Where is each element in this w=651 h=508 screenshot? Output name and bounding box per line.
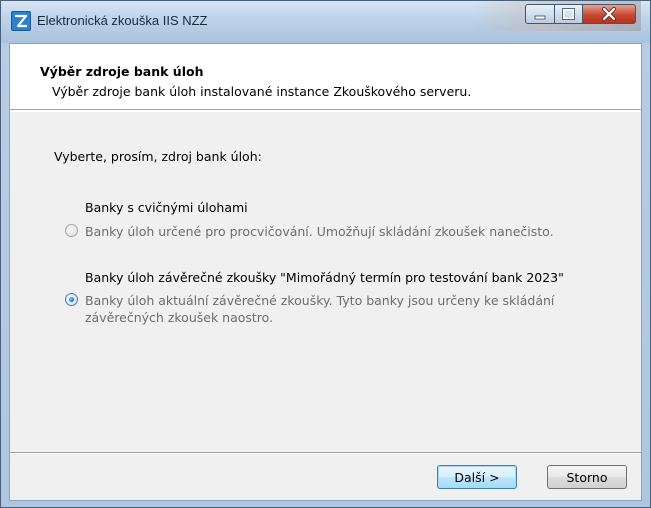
wizard-footer: Další > Storno (10, 454, 641, 500)
option-final-exam-label[interactable]: Banky úloh závěrečné zkoušky "Mimořádný … (85, 270, 564, 285)
cancel-button[interactable]: Storno (547, 465, 627, 489)
minimize-button[interactable] (525, 4, 555, 24)
wizard-body: Vyberte, prosím, zdroj bank úloh: Banky … (10, 112, 641, 452)
option-final-exam-description: Banky úloh aktuální závěrečné zkoušky. T… (85, 293, 555, 325)
option-practice-radio[interactable] (65, 224, 78, 237)
maximize-icon (562, 8, 575, 20)
option-practice-label[interactable]: Banky s cvičnými úlohami (85, 200, 248, 215)
next-button[interactable]: Další > (437, 465, 517, 489)
page-subtitle: Výběr zdroje bank úloh instalované insta… (52, 84, 472, 99)
close-icon (602, 7, 616, 21)
source-prompt: Vyberte, prosím, zdroj bank úloh: (54, 149, 262, 164)
close-button[interactable] (582, 4, 636, 24)
option-practice-description: Banky úloh určené pro procvičování. Umož… (85, 224, 554, 239)
title-bar[interactable]: Elektronická zkouška IIS NZZ (1, 1, 650, 43)
app-icon (11, 11, 31, 31)
wizard-client-area: Výběr zdroje bank úloh Výběr zdroje bank… (9, 43, 642, 501)
minimize-icon (534, 15, 546, 20)
wizard-header: Výběr zdroje bank úloh Výběr zdroje bank… (10, 44, 641, 108)
option-final-exam-radio[interactable] (65, 293, 78, 306)
maximize-button[interactable] (554, 4, 583, 24)
window-title: Elektronická zkouška IIS NZZ (37, 13, 208, 28)
page-title: Výběr zdroje bank úloh (40, 64, 204, 79)
wizard-window: Elektronická zkouška IIS NZZ Výběr zdroj… (0, 0, 651, 508)
header-divider (10, 109, 641, 111)
